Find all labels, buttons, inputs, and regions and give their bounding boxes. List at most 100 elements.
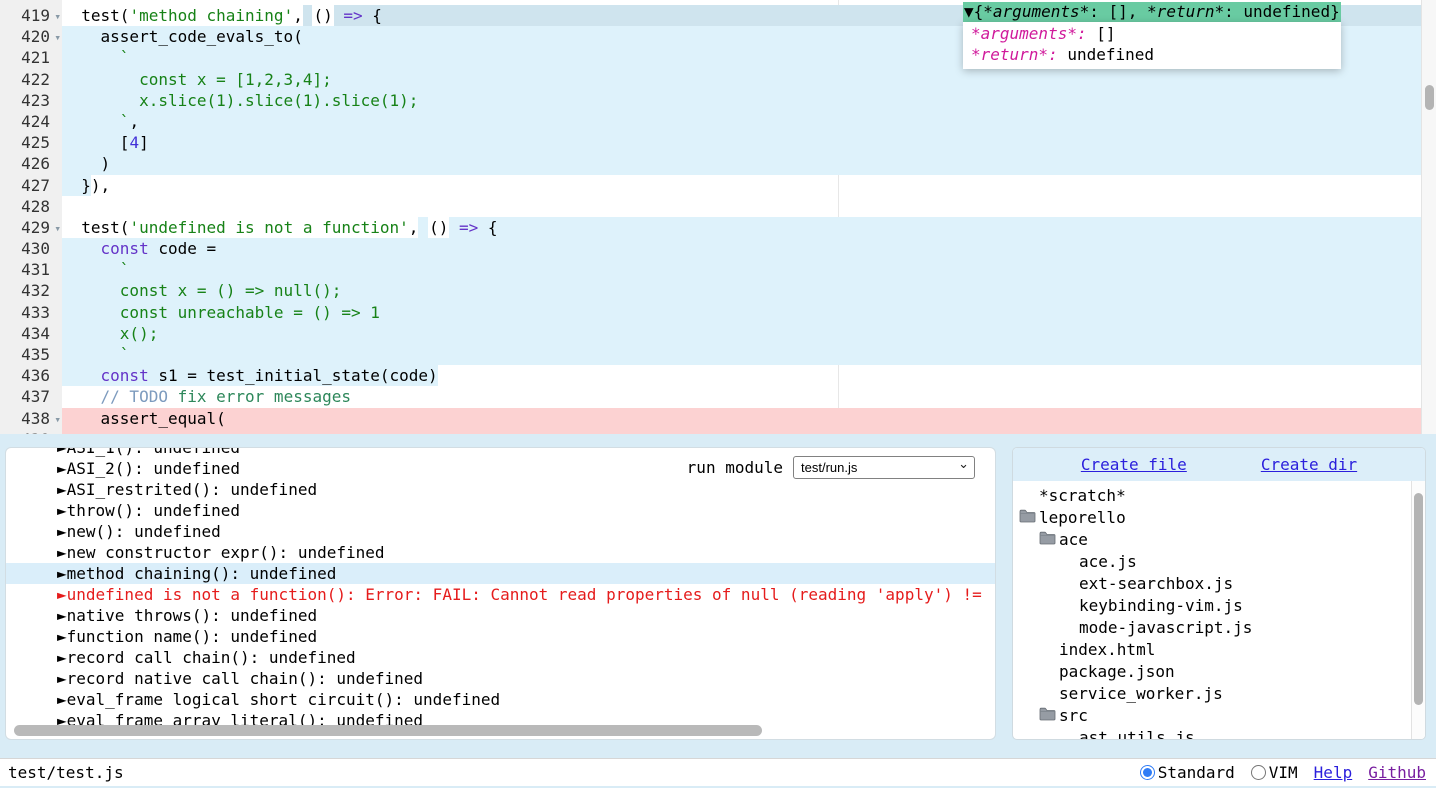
tree-item[interactable]: index.html (1013, 639, 1425, 661)
github-link[interactable]: Github (1368, 763, 1426, 782)
code-line[interactable]: const x = [1,2,3,4]; (62, 69, 1436, 90)
code-line[interactable]: [4] (62, 132, 1436, 153)
tooltip-row[interactable]: *return*: undefined (963, 44, 1341, 65)
call-site-marker[interactable]: () (312, 5, 333, 26)
value-inspector-tooltip: ▼{*arguments*: [], *return*: undefined} … (963, 2, 1341, 69)
code-line[interactable]: ) (62, 153, 1436, 174)
gutter-line-number: 425 (21, 132, 50, 153)
test-result-entry[interactable]: ►eval_frame logical short circuit(): und… (6, 689, 995, 710)
editor-vertical-scrollbar[interactable] (1421, 0, 1436, 434)
code-token (62, 238, 101, 259)
fold-toggle-icon[interactable]: ▾ (50, 27, 61, 48)
tree-item[interactable]: *scratch* (1013, 485, 1425, 507)
call-site-marker[interactable]: () (428, 217, 449, 238)
code-token: assert_equal( (62, 408, 226, 429)
gutter-line-number: 427 (21, 175, 50, 196)
tooltip-row[interactable]: *arguments*: [] (963, 23, 1341, 44)
code-token: ` (120, 259, 130, 280)
tree-item-name: mode-javascript.js (1079, 617, 1252, 639)
test-result-entry[interactable]: ►native throws(): undefined (6, 605, 995, 626)
test-result-entry[interactable]: ►new(): undefined (6, 521, 995, 542)
code-line[interactable]: x(); (62, 323, 1436, 344)
tree-vertical-scrollbar[interactable] (1411, 481, 1425, 739)
test-result-entry[interactable]: ►function name(): undefined (6, 626, 995, 647)
help-link[interactable]: Help (1314, 763, 1353, 782)
code-line[interactable]: const s1 = test_initial_state(code) (62, 365, 1436, 386)
test-result-entry[interactable]: ►new constructor expr(): undefined (6, 542, 995, 563)
test-result-entry[interactable]: ►throw(): undefined (6, 500, 995, 521)
radio-button[interactable] (1140, 765, 1155, 780)
tree-item[interactable]: service_worker.js (1013, 683, 1425, 705)
test-result-entry[interactable]: ►record call chain(): undefined (6, 647, 995, 668)
code-token: fix error messages (168, 386, 351, 407)
code-token (62, 323, 120, 344)
test-results-list: ►ASI_1(): undefined►ASI_2(): undefined►A… (6, 448, 995, 731)
keybinding-radio-vim[interactable]: VIM (1251, 763, 1298, 782)
code-token (418, 217, 428, 238)
tooltip-header[interactable]: ▼{*arguments*: [], *return*: undefined} (963, 2, 1341, 22)
fold-toggle-icon[interactable]: ▾ (50, 6, 61, 27)
code-token: 4 (129, 132, 139, 153)
code-line[interactable]: }), (62, 175, 1436, 196)
code-line[interactable]: ` (62, 344, 1436, 365)
code-line[interactable]: test('undefined is not a function', () =… (62, 217, 1436, 238)
create-dir-link[interactable]: Create dir (1261, 455, 1357, 474)
tooltip-row-label: *arguments*: (971, 24, 1087, 43)
results-horizontal-scrollbar[interactable] (6, 724, 995, 737)
code-line[interactable]: ` (62, 259, 1436, 280)
tree-item[interactable]: package.json (1013, 661, 1425, 683)
code-token: s1 = test_initial_state(code) (149, 365, 438, 386)
create-file-link[interactable]: Create file (1081, 455, 1187, 474)
keybinding-radio-standard[interactable]: Standard (1140, 763, 1235, 782)
fold-toggle-icon[interactable]: ▾ (50, 409, 61, 430)
test-result-entry[interactable]: ►ASI_restrited(): undefined (6, 479, 995, 500)
code-token (62, 111, 120, 132)
tree-item-name: service_worker.js (1059, 683, 1223, 705)
radio-button[interactable] (1251, 765, 1266, 780)
code-token: const unreachable = () => 1 (120, 302, 380, 323)
code-token (62, 302, 120, 323)
code-line[interactable] (62, 196, 1436, 217)
code-token: ` (120, 111, 130, 132)
tree-item[interactable]: ace (1013, 529, 1425, 551)
code-token: test( (62, 217, 129, 238)
code-token (334, 5, 344, 26)
run-module-select[interactable]: test/run.js (793, 456, 975, 479)
tree-item[interactable]: ast_utils.js (1013, 727, 1425, 740)
tree-item-name: *scratch* (1039, 485, 1126, 507)
code-line[interactable]: // TODO fix error messages (62, 386, 1436, 407)
code-line[interactable]: const code = (62, 238, 1436, 259)
scrollbar-thumb[interactable] (1414, 493, 1423, 705)
code-editor[interactable]: 419▾420▾421422423424425426427428429▾4304… (0, 0, 1436, 434)
code-token: , (129, 111, 139, 132)
gutter-line-number: 430 (21, 238, 50, 259)
code-line[interactable] (62, 429, 1436, 434)
code-line[interactable]: x.slice(1).slice(1).slice(1); (62, 90, 1436, 111)
scrollbar-thumb[interactable] (14, 725, 762, 736)
run-module-control: run module test/run.js ⌄ (687, 456, 975, 479)
tree-item[interactable]: ace.js (1013, 551, 1425, 573)
fold-toggle-icon[interactable]: ▾ (50, 218, 61, 239)
code-line[interactable]: assert_equal( (62, 408, 1436, 429)
code-line[interactable]: `, (62, 111, 1436, 132)
test-result-entry[interactable]: ►record native call chain(): undefined (6, 668, 995, 689)
tree-item[interactable]: ext-searchbox.js (1013, 573, 1425, 595)
code-line[interactable]: const unreachable = () => 1 (62, 302, 1436, 323)
code-token: test( (62, 5, 129, 26)
tree-item[interactable]: mode-javascript.js (1013, 617, 1425, 639)
gutter-line-number: 424 (21, 111, 50, 132)
test-result-entry[interactable]: ►undefined is not a function(): Error: F… (6, 584, 995, 605)
code-token: const x = [1,2,3,4]; (139, 69, 332, 90)
code-token: ` (120, 344, 130, 365)
editor-gutter: 419▾420▾421422423424425426427428429▾4304… (0, 0, 62, 434)
gutter-line-number: 420 (21, 26, 50, 47)
tree-item[interactable]: src (1013, 705, 1425, 727)
tree-item[interactable]: keybinding-vim.js (1013, 595, 1425, 617)
code-token (62, 365, 101, 386)
tree-item-name: package.json (1059, 661, 1175, 683)
tree-item[interactable]: leporello (1013, 507, 1425, 529)
scrollbar-thumb[interactable] (1425, 85, 1434, 110)
test-result-entry[interactable]: ►method chaining(): undefined (6, 563, 995, 584)
code-token: { (478, 217, 497, 238)
code-line[interactable]: const x = () => null(); (62, 280, 1436, 301)
